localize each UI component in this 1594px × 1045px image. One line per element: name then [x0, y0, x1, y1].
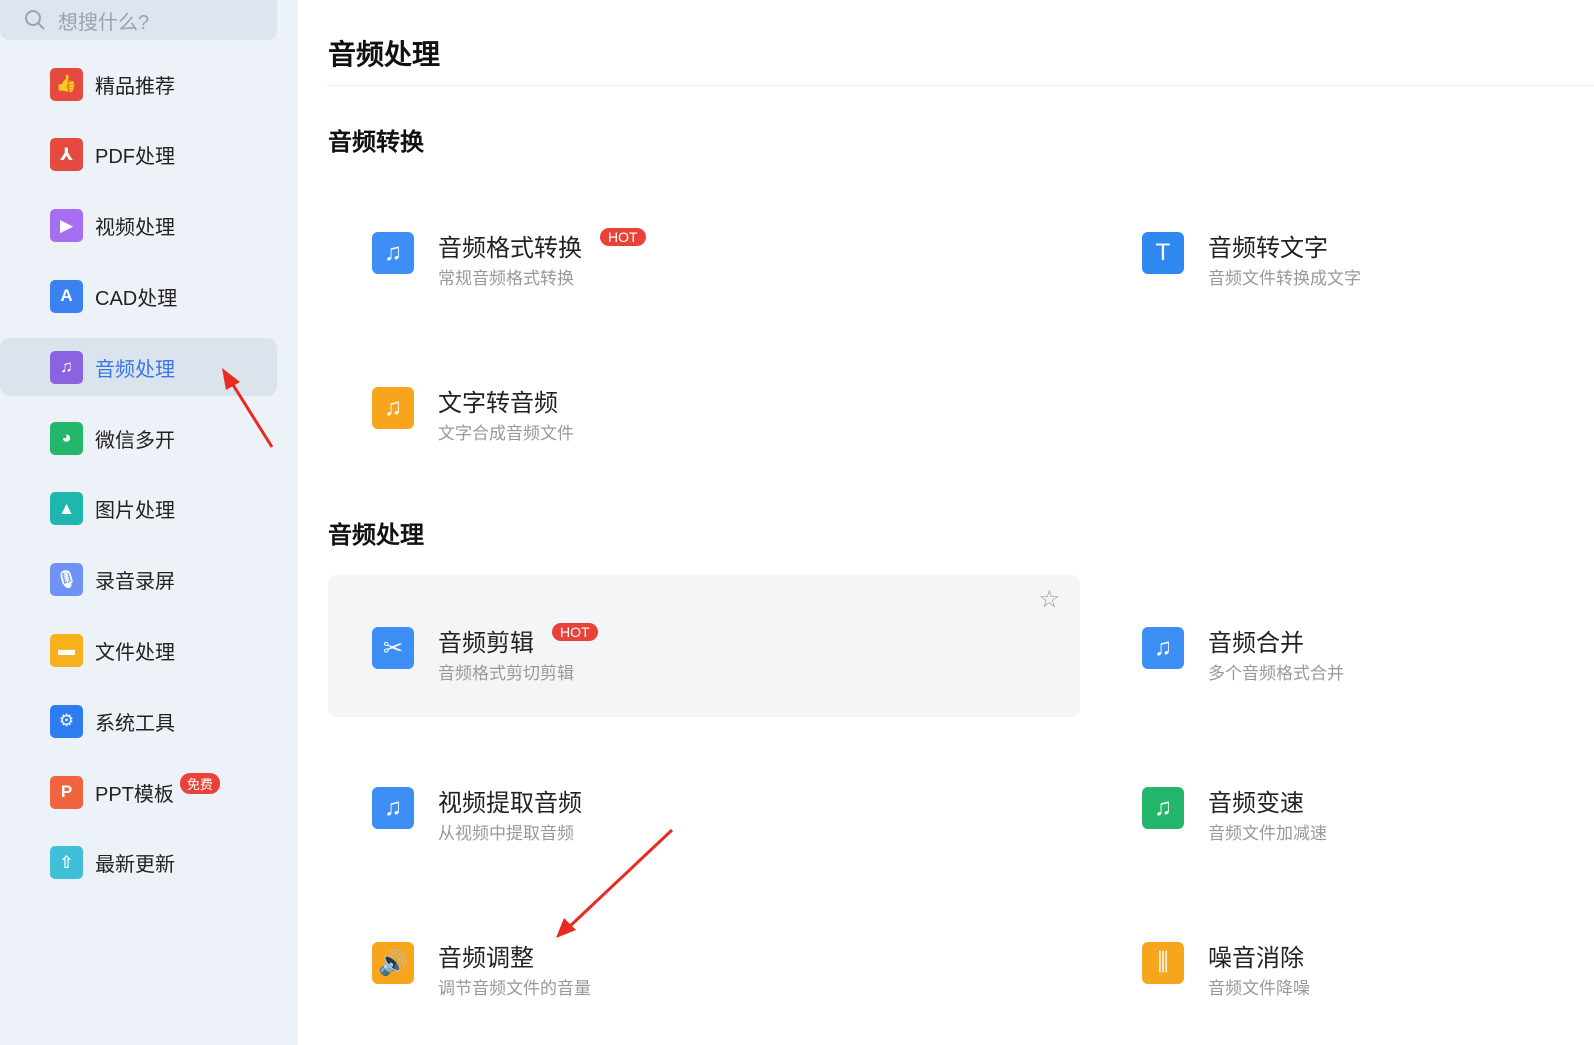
cad-icon: A [50, 279, 83, 313]
sidebar-item[interactable]: ♫ 音频处理 [0, 338, 277, 397]
volume-icon: 🔊 [372, 942, 414, 984]
divider [326, 85, 1594, 86]
tool-card[interactable]: ⫼ 噪音消除 音频文件降噪 [1098, 890, 1594, 1032]
sidebar-item-label: CAD处理 [95, 287, 178, 310]
sidebar-item-label: PPT模板 [95, 783, 174, 806]
sidebar-item[interactable]: ⚙ 系统工具 [0, 692, 277, 750]
main-content: 音频处理 音频转换 音频处理 ♫ 音频格式转换 HOT 常规音频格式转换 T 音频转… [298, 0, 1594, 1045]
sidebar-item[interactable]: ⅄ PDF处理 [0, 126, 277, 184]
sidebar-item[interactable]: ▲ 图片处理 [0, 480, 277, 538]
tool-name: 音频调整 [438, 945, 534, 972]
image-icon: ▲ [50, 492, 83, 526]
sidebar-item[interactable]: ▬ 文件处理 [0, 621, 277, 679]
tool-card[interactable]: T 音频转文字 音频文件转换成文字 [1098, 180, 1594, 322]
tool-card[interactable]: ♫ 音频合并 多个音频格式合并 [1098, 575, 1594, 717]
extract-audio-icon: ♫ [372, 787, 414, 829]
play-icon: ▶ [50, 209, 83, 243]
sidebar-item[interactable]: ▶ 视频处理 [0, 197, 277, 255]
tool-name: 音频变速 [1208, 790, 1304, 817]
audio-convert-icon: ♫ [372, 232, 414, 274]
sidebar-item[interactable]: P PPT模板 免费 [0, 763, 277, 821]
sidebar-item-label: 最新更新 [95, 854, 175, 877]
text-to-audio-icon: ♫ [372, 387, 414, 429]
folder-icon: ▬ [50, 633, 83, 667]
tool-name: 音频合并 [1208, 630, 1304, 657]
search-placeholder: 想搜什么? [58, 11, 150, 34]
tool-description: 音频文件转换成文字 [1208, 269, 1361, 288]
tool-description: 音频格式剪切剪辑 [438, 664, 574, 683]
tool-name: 文字转音频 [438, 390, 558, 417]
sidebar-item[interactable]: 👍 精品推荐 [0, 55, 277, 113]
tool-name: 音频格式转换 [438, 235, 582, 262]
section-title: 音频处理 [328, 522, 424, 549]
sidebar-item-label: 音频处理 [95, 358, 175, 381]
gear-icon: ⚙ [50, 704, 83, 738]
free-badge: 免费 [179, 772, 220, 794]
sidebar-item-label: PDF处理 [95, 146, 175, 169]
sidebar-item[interactable]: ◕ 微信多开 [0, 409, 277, 467]
tool-card[interactable]: ♫ 音频变速 音频文件加减速 [1098, 735, 1594, 877]
tool-card[interactable]: ♫ 文字转音频 文字合成音频文件 [328, 335, 1080, 477]
tool-name: 视频提取音频 [438, 790, 582, 817]
tool-card[interactable]: ✂ 音频剪辑 HOT 音频格式剪切剪辑 ☆ [328, 575, 1080, 717]
audio-speed-icon: ♫ [1142, 787, 1184, 829]
sidebar-item-label: 文件处理 [95, 641, 175, 664]
audio-cut-icon: ✂ [372, 627, 414, 669]
page-title: 音频处理 [328, 39, 441, 70]
sidebar-item-label: 系统工具 [95, 712, 175, 735]
pdf-icon: ⅄ [50, 138, 83, 172]
sidebar-item-label: 录音录屏 [95, 571, 175, 594]
tool-card[interactable]: 🔊 音频调整 调节音频文件的音量 [328, 890, 1080, 1032]
audio-merge-icon: ♫ [1142, 627, 1184, 669]
tool-card[interactable]: ♫ 音频格式转换 HOT 常规音频格式转换 [328, 180, 1080, 322]
upload-icon: ⇧ [50, 846, 83, 880]
audio-to-text-icon: T [1142, 232, 1184, 274]
noise-removal-icon: ⫼ [1142, 942, 1184, 984]
tool-card[interactable]: ♫ 视频提取音频 从视频中提取音频 [328, 735, 1080, 877]
tool-description: 调节音频文件的音量 [438, 979, 591, 998]
hot-badge: HOT [600, 227, 646, 246]
search-input[interactable]: 想搜什么? [0, 0, 277, 40]
star-icon[interactable]: ☆ [1038, 585, 1060, 614]
music-icon: ♫ [50, 350, 83, 384]
tool-description: 音频文件降噪 [1208, 979, 1310, 998]
tool-name: 噪音消除 [1208, 945, 1304, 972]
microphone-icon: 🎙 [50, 563, 83, 597]
tool-name: 音频剪辑 [438, 630, 534, 657]
sidebar-item[interactable]: 🎙 录音录屏 [0, 551, 277, 609]
sidebar-item-label: 视频处理 [95, 217, 175, 240]
wechat-icon: ◕ [50, 421, 83, 455]
sidebar: 想搜什么? 👍 精品推荐 ⅄ PDF处理 ▶ 视频处理 A CAD处理 ♫ 音频处理 ◕ 微信多开 ▲ 图… [0, 0, 298, 1045]
thumbs-up-icon: 👍 [50, 67, 83, 101]
search-icon [25, 10, 45, 30]
tool-description: 常规音频格式转换 [438, 269, 574, 288]
sidebar-item[interactable]: A CAD处理 [0, 267, 277, 325]
sidebar-item-label: 图片处理 [95, 500, 175, 523]
sidebar-item-label: 精品推荐 [95, 75, 175, 98]
hot-badge: HOT [552, 622, 598, 641]
sidebar-item-label: 微信多开 [95, 429, 175, 452]
ppt-icon: P [50, 775, 83, 809]
tool-description: 多个音频格式合并 [1208, 664, 1344, 683]
sidebar-item[interactable]: ⇧ 最新更新 [0, 834, 277, 892]
section-title: 音频转换 [328, 129, 424, 156]
tool-description: 音频文件加减速 [1208, 824, 1327, 843]
tool-description: 文字合成音频文件 [438, 424, 574, 443]
tool-description: 从视频中提取音频 [438, 824, 574, 843]
tool-name: 音频转文字 [1208, 235, 1328, 262]
